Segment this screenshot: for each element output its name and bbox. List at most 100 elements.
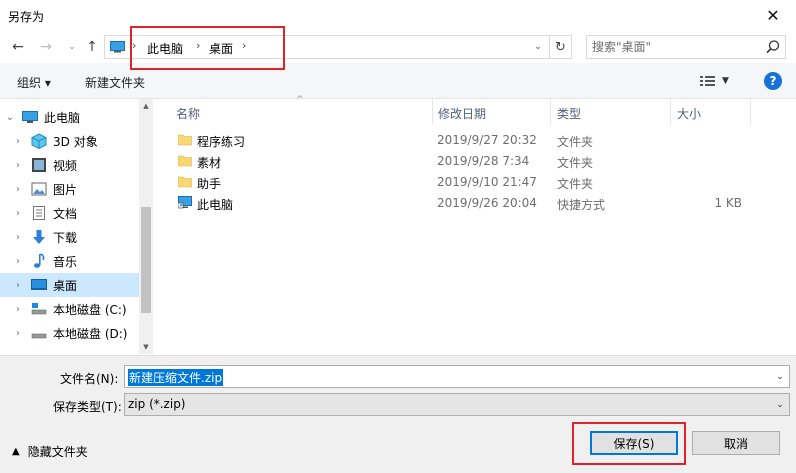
chevron-right-icon[interactable]: › [13, 160, 23, 171]
chevron-down-icon: ⌄ [68, 42, 76, 52]
filename-value[interactable]: 新建压缩文件.zip [128, 369, 224, 386]
chevron-right-icon[interactable]: › [13, 256, 23, 267]
column-header-name[interactable]: 名称 [176, 99, 200, 124]
tree-item-drive-d[interactable]: › 本地磁盘 (D:) [0, 321, 139, 345]
folder-icon [178, 155, 192, 167]
column-divider[interactable] [432, 99, 433, 124]
column-header-date[interactable]: 修改日期 [438, 99, 486, 124]
chevron-right-icon[interactable]: › [13, 136, 23, 147]
video-icon [32, 158, 46, 172]
navigation-pane-scrollbar[interactable]: ▲ ▼ [139, 99, 153, 354]
scrollbar-thumb[interactable] [141, 207, 151, 313]
file-row[interactable]: 程序练习 2019/9/27 20:32 文件夹 [172, 130, 772, 151]
tree-item-videos[interactable]: › 视频 [0, 153, 139, 177]
column-divider[interactable] [670, 99, 671, 124]
back-arrow-icon: ← [12, 39, 24, 55]
file-date: 2019/9/27 20:32 [437, 133, 537, 147]
column-header-type[interactable]: 类型 [557, 99, 581, 124]
chevron-right-icon[interactable]: › [13, 232, 23, 243]
tree-item-pictures[interactable]: › 图片 [0, 177, 139, 201]
drive-c-icon [31, 303, 47, 315]
breadcrumb-this-pc[interactable]: 此电脑 [147, 40, 183, 57]
refresh-button[interactable]: ↻ [550, 35, 572, 59]
filename-dropdown-button[interactable]: ⌄ [771, 366, 789, 387]
tree-item-desktop[interactable]: › 桌面 [0, 273, 139, 297]
downloads-icon [33, 230, 45, 244]
help-button[interactable]: ? [764, 72, 782, 90]
tree-item-this-pc[interactable]: ⌄ 此电脑 [0, 105, 139, 129]
chevron-right-icon[interactable]: › [13, 184, 23, 195]
filetype-select[interactable]: zip (*.zip) ⌄ [124, 393, 790, 416]
navigation-pane: ⌄ 此电脑 › 3D 对象 › 视频 › 图片 › 文档 › 下载 › 音乐 ›… [0, 99, 153, 354]
pc-icon [110, 41, 125, 53]
column-divider[interactable] [750, 99, 751, 124]
pc-icon [22, 111, 38, 123]
folder-icon [178, 134, 192, 146]
tree-item-drive-c[interactable]: › 本地磁盘 (C:) [0, 297, 139, 321]
file-row[interactable]: 此电脑 2019/9/26 20:04 快捷方式 1 KB [172, 193, 772, 214]
scroll-up-arrow-icon[interactable]: ▲ [139, 99, 153, 113]
file-name: 此电脑 [197, 198, 234, 212]
address-bar[interactable]: › 此电脑 › 桌面 › ⌄ [104, 35, 550, 59]
tree-item-documents[interactable]: › 文档 [0, 201, 139, 225]
chevron-down-icon[interactable]: ⌄ [5, 112, 15, 123]
close-icon: ✕ [766, 6, 780, 25]
save-options-panel: 文件名(N): 新建压缩文件.zip ⌄ 保存类型(T): zip (*.zip… [0, 355, 796, 473]
forward-arrow-icon: → [40, 39, 52, 55]
chevron-down-icon: ⌄ [776, 399, 784, 410]
address-dropdown-button[interactable]: ⌄ [527, 36, 549, 58]
new-folder-button[interactable]: 新建文件夹 [85, 74, 145, 91]
breadcrumb-desktop[interactable]: 桌面 [209, 40, 233, 57]
tree-item-label: 桌面 [53, 278, 78, 293]
file-name: 助手 [197, 177, 222, 191]
back-button[interactable]: ← [9, 38, 27, 56]
up-button[interactable]: ↑ [83, 38, 101, 56]
save-button[interactable]: 保存(S) [590, 431, 678, 455]
chevron-down-icon: ⌄ [776, 371, 784, 382]
file-type: 文件夹 [557, 135, 594, 149]
search-box[interactable] [586, 35, 786, 59]
search-input[interactable] [587, 36, 757, 58]
column-divider[interactable] [550, 99, 551, 124]
organize-button[interactable]: 组织 ▾ [17, 74, 51, 91]
file-type: 快捷方式 [557, 198, 606, 212]
hide-folders-toggle[interactable]: ▲ 隐藏文件夹 [12, 443, 88, 460]
forward-button[interactable]: → [37, 38, 55, 56]
filename-field[interactable]: 新建压缩文件.zip ⌄ [124, 365, 790, 388]
navigation-bar: ← → ⌄ ↑ › 此电脑 › 桌面 › ⌄ ↻ [0, 31, 796, 63]
tree-item-label: 图片 [53, 182, 78, 197]
filetype-dropdown-button[interactable]: ⌄ [771, 394, 789, 415]
desktop-icon [31, 279, 47, 290]
chevron-right-icon[interactable]: › [13, 328, 23, 339]
file-row[interactable]: 素材 2019/9/28 7:34 文件夹 [172, 151, 772, 172]
tree-item-3d-objects[interactable]: › 3D 对象 [0, 129, 139, 153]
tree-item-label: 本地磁盘 (D:) [53, 326, 128, 341]
change-view-button[interactable]: ▼ [700, 73, 740, 89]
column-header-size[interactable]: 大小 [677, 99, 701, 124]
chevron-right-icon[interactable]: › [13, 208, 23, 219]
folder-icon [178, 176, 192, 188]
scroll-down-arrow-icon[interactable]: ▼ [139, 340, 153, 354]
breadcrumb-separator[interactable]: › [242, 39, 246, 52]
command-toolbar: 组织 ▾ 新建文件夹 ▼ ? [0, 63, 796, 99]
chevron-right-icon[interactable]: › [13, 280, 23, 291]
file-date: 2019/9/10 21:47 [437, 175, 537, 189]
file-date: 2019/9/28 7:34 [437, 154, 530, 168]
tree-item-downloads[interactable]: › 下载 [0, 225, 139, 249]
chevron-down-icon: ⌄ [534, 42, 542, 52]
chevron-right-icon[interactable]: › [13, 304, 23, 315]
recent-locations-button[interactable]: ⌄ [63, 38, 81, 56]
chevron-up-icon: ▲ [12, 446, 20, 457]
tree-item-label: 3D 对象 [53, 134, 98, 149]
tree-item-music[interactable]: › 音乐 [0, 249, 139, 273]
tree-item-label: 本地磁盘 (C:) [53, 302, 127, 317]
file-row[interactable]: 助手 2019/9/10 21:47 文件夹 [172, 172, 772, 193]
close-button[interactable]: ✕ [750, 0, 796, 31]
hide-folders-label: 隐藏文件夹 [27, 445, 88, 459]
file-name: 素材 [197, 156, 222, 170]
breadcrumb-separator[interactable]: › [196, 39, 200, 52]
3d-objects-icon [31, 133, 47, 149]
tree-item-label: 视频 [53, 158, 78, 173]
file-type: 文件夹 [557, 177, 594, 191]
cancel-button[interactable]: 取消 [692, 431, 780, 455]
